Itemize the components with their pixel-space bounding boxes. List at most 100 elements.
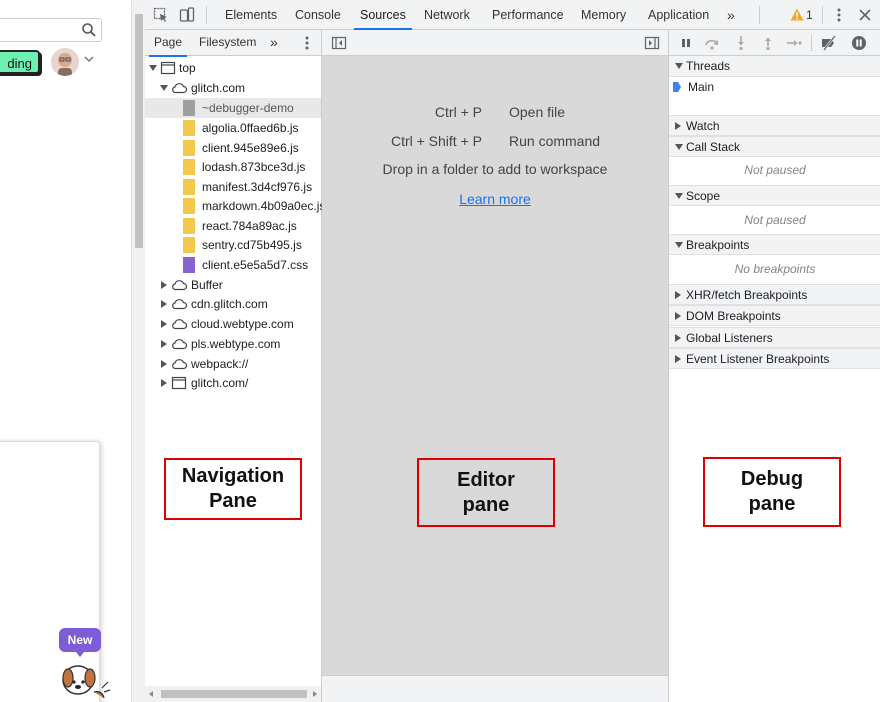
navigator-horizontal-scrollbar[interactable] — [145, 686, 321, 702]
tree-item-domain[interactable]: pls.webtype.com — [145, 334, 321, 354]
tree-item-label: glitch.com/ — [191, 376, 249, 390]
chevron-down-icon[interactable] — [84, 54, 94, 64]
deactivate-breakpoints-icon[interactable] — [821, 35, 837, 51]
shortcut-description: Open file — [509, 104, 566, 120]
kebab-menu-icon[interactable] — [831, 7, 847, 23]
tree-item-domain[interactable]: glitch.com — [145, 78, 321, 98]
expand-arrow-icon[interactable] — [675, 193, 683, 199]
tree-item-domain[interactable]: webpack:// — [145, 354, 321, 374]
tab-filesystem[interactable]: Filesystem — [199, 30, 256, 56]
section-label: Scope — [686, 189, 721, 203]
site-cta-button[interactable]: ding — [0, 50, 40, 74]
expand-arrow-icon[interactable] — [675, 242, 683, 248]
warning-icon[interactable] — [790, 8, 804, 21]
threads-section-header[interactable]: Threads — [669, 56, 880, 77]
collapse-arrow-icon[interactable] — [675, 122, 681, 130]
tree-item-label: algolia.0ffaed6b.js — [202, 121, 299, 135]
learn-more-link[interactable]: Learn more — [322, 191, 668, 207]
global-listeners-section-header[interactable]: Global Listeners — [669, 327, 880, 348]
tree-item-file[interactable]: lodash.873bce3d.js — [145, 157, 321, 177]
search-icon[interactable] — [81, 22, 97, 38]
more-tabs-button[interactable]: » — [727, 0, 735, 30]
cloud-icon — [172, 339, 187, 350]
watch-section-header[interactable]: Watch — [669, 115, 880, 136]
scrollbar-thumb[interactable] — [161, 690, 307, 698]
tree-item-label: lodash.873bce3d.js — [202, 160, 306, 174]
tree-item-file-selected[interactable]: ~debugger-demo — [145, 98, 321, 118]
navigator-more-tabs[interactable]: » — [270, 30, 278, 56]
collapse-arrow-icon[interactable] — [161, 320, 167, 328]
expand-arrow-icon[interactable] — [160, 85, 168, 91]
css-file-icon — [183, 257, 195, 273]
collapse-arrow-icon[interactable] — [161, 300, 167, 308]
warning-count[interactable]: 1 — [806, 8, 813, 22]
tab-performance[interactable]: Performance — [492, 0, 564, 30]
tree-item-frame[interactable]: glitch.com/ — [145, 373, 321, 393]
tab-elements[interactable]: Elements — [225, 0, 277, 30]
toggle-debugger-icon[interactable] — [644, 35, 660, 51]
pause-on-exceptions-icon[interactable] — [851, 35, 867, 51]
dog-mascot-icon[interactable] — [58, 656, 114, 702]
tree-item-domain[interactable]: cloud.webtype.com — [145, 314, 321, 334]
step-over-icon[interactable] — [704, 35, 720, 51]
collapse-arrow-icon[interactable] — [161, 281, 167, 289]
editor-toolbar — [322, 30, 668, 56]
tree-item-label: glitch.com — [191, 81, 246, 95]
pause-icon[interactable] — [678, 35, 694, 51]
collapse-arrow-icon[interactable] — [161, 340, 167, 348]
tab-memory[interactable]: Memory — [581, 0, 626, 30]
learn-more-label[interactable]: Learn more — [459, 191, 531, 207]
dom-breakpoints-section-header[interactable]: DOM Breakpoints — [669, 305, 880, 326]
step-icon[interactable] — [786, 35, 802, 51]
tree-item-file[interactable]: client.945e89e6.js — [145, 138, 321, 158]
tree-item-file[interactable]: markdown.4b09a0ec.js — [145, 196, 325, 216]
collapse-arrow-icon[interactable] — [675, 355, 681, 363]
toolbar-divider — [811, 35, 812, 51]
event-listener-breakpoints-section-header[interactable]: Event Listener Breakpoints — [669, 348, 880, 369]
tree-item-domain[interactable]: Buffer — [145, 275, 321, 295]
toggle-navigator-icon[interactable] — [331, 35, 347, 51]
collapse-arrow-icon[interactable] — [161, 379, 167, 387]
collapse-arrow-icon[interactable] — [675, 291, 681, 299]
avatar[interactable] — [51, 48, 79, 76]
tree-item-file[interactable]: manifest.3d4cf976.js — [145, 177, 321, 197]
collapse-arrow-icon[interactable] — [161, 360, 167, 368]
js-file-icon — [183, 179, 195, 195]
close-icon[interactable] — [857, 7, 873, 23]
section-label: Watch — [686, 119, 720, 133]
breakpoints-section-header[interactable]: Breakpoints — [669, 234, 880, 255]
tree-item-top[interactable]: top — [145, 58, 321, 78]
expand-arrow-icon[interactable] — [149, 65, 157, 71]
tree-item-file[interactable]: algolia.0ffaed6b.js — [145, 118, 321, 138]
tab-page[interactable]: Page — [148, 30, 188, 57]
site-search-input[interactable] — [0, 18, 102, 42]
expand-arrow-icon[interactable] — [675, 144, 683, 150]
tab-application[interactable]: Application — [648, 0, 709, 30]
scroll-left-arrow-icon[interactable] — [149, 691, 153, 697]
expand-arrow-icon[interactable] — [675, 63, 683, 69]
toolbar-divider — [822, 6, 823, 24]
step-into-icon[interactable] — [733, 35, 749, 51]
tree-item-file[interactable]: client.e5e5a5d7.css — [145, 255, 321, 275]
tree-item-file[interactable]: sentry.cd75b495.js — [145, 235, 321, 255]
page-scrollbar-thumb[interactable] — [135, 14, 143, 248]
kebab-menu-icon[interactable] — [299, 35, 315, 51]
js-file-icon — [183, 120, 195, 136]
scope-section-header[interactable]: Scope — [669, 185, 880, 206]
thread-item-main[interactable]: Main — [669, 77, 880, 97]
collapse-arrow-icon[interactable] — [675, 312, 681, 320]
tab-network[interactable]: Network — [424, 0, 470, 30]
xhr-breakpoints-section-header[interactable]: XHR/fetch Breakpoints — [669, 284, 880, 305]
page-scrollbar[interactable] — [131, 0, 145, 702]
tree-item-file[interactable]: react.784a89ac.js — [145, 216, 321, 236]
scroll-right-arrow-icon[interactable] — [313, 691, 317, 697]
tab-console[interactable]: Console — [295, 0, 341, 30]
step-out-icon[interactable] — [760, 35, 776, 51]
collapse-arrow-icon[interactable] — [675, 334, 681, 342]
new-badge[interactable]: New — [59, 628, 101, 657]
tab-sources[interactable]: Sources — [354, 0, 412, 30]
device-toolbar-icon[interactable] — [179, 7, 195, 23]
call-stack-section-header[interactable]: Call Stack — [669, 136, 880, 157]
inspect-element-icon[interactable] — [153, 7, 169, 23]
tree-item-domain[interactable]: cdn.glitch.com — [145, 294, 321, 314]
